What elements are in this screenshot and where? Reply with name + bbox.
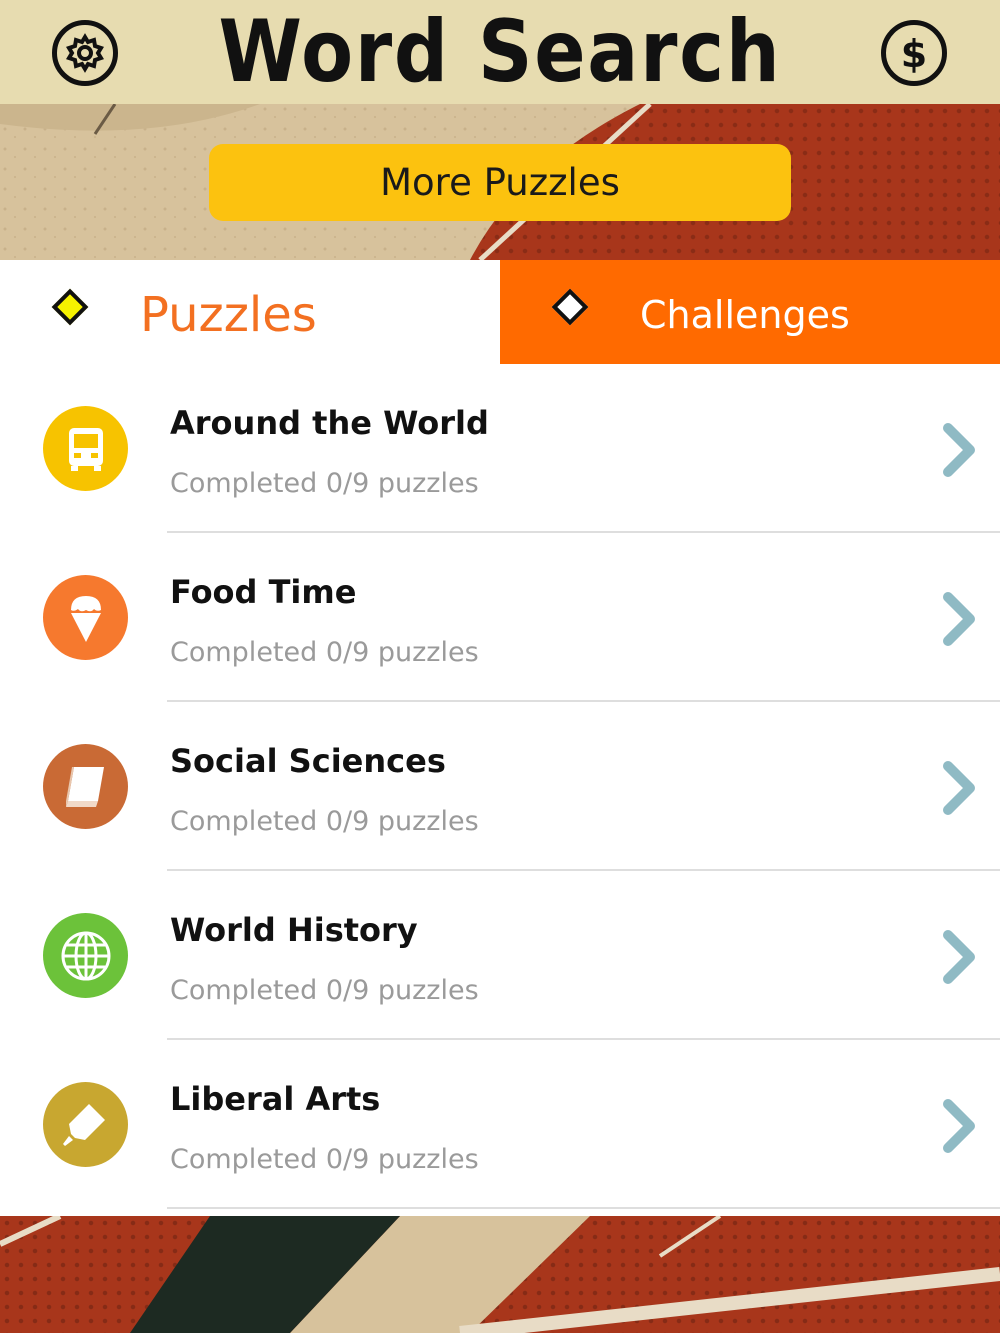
category-title: Liberal Arts xyxy=(170,1080,381,1118)
tab-bar: Puzzles Challenges xyxy=(0,260,1000,364)
category-title: Food Time xyxy=(170,573,357,611)
category-title: Around the World xyxy=(170,404,489,442)
header-bar: Word Search $ xyxy=(0,0,1000,104)
chevron-right-icon xyxy=(943,1099,975,1153)
tab-challenges[interactable]: Challenges xyxy=(500,260,1000,364)
store-button[interactable]: $ xyxy=(881,20,947,86)
diamond-icon xyxy=(51,288,89,326)
list-item[interactable]: Social Sciences Completed 0/9 puzzles xyxy=(0,702,1000,871)
category-progress: Completed 0/9 puzzles xyxy=(170,806,479,837)
footer-background xyxy=(0,1216,1000,1333)
more-puzzles-button[interactable]: More Puzzles xyxy=(209,144,791,221)
category-progress: Completed 0/9 puzzles xyxy=(170,637,479,668)
app-title: Word Search xyxy=(218,2,782,102)
category-title: Social Sciences xyxy=(170,742,446,780)
marker-icon xyxy=(43,1082,128,1167)
tab-puzzles[interactable]: Puzzles xyxy=(0,260,500,364)
category-progress: Completed 0/9 puzzles xyxy=(170,1144,479,1175)
ice-cream-icon xyxy=(43,575,128,660)
dollar-icon: $ xyxy=(901,32,927,75)
list-item[interactable]: Food Time Completed 0/9 puzzles xyxy=(0,533,1000,702)
category-progress: Completed 0/9 puzzles xyxy=(170,468,479,499)
category-list: Around the World Completed 0/9 puzzles F… xyxy=(0,364,1000,1216)
list-item[interactable]: World History Completed 0/9 puzzles xyxy=(0,871,1000,1040)
tab-puzzles-label: Puzzles xyxy=(140,287,317,343)
tab-challenges-label: Challenges xyxy=(640,293,850,337)
bus-icon xyxy=(43,406,128,491)
chevron-right-icon xyxy=(943,592,975,646)
chevron-right-icon xyxy=(943,761,975,815)
svg-text:$: $ xyxy=(901,32,927,75)
category-progress: Completed 0/9 puzzles xyxy=(170,975,479,1006)
diamond-icon xyxy=(551,288,589,326)
list-item[interactable]: Around the World Completed 0/9 puzzles xyxy=(0,364,1000,533)
book-icon xyxy=(43,744,128,829)
divider xyxy=(167,1207,1000,1209)
chevron-right-icon xyxy=(943,930,975,984)
globe-icon xyxy=(43,913,128,998)
list-item[interactable]: Liberal Arts Completed 0/9 puzzles xyxy=(0,1040,1000,1209)
chevron-right-icon xyxy=(943,423,975,477)
category-title: World History xyxy=(170,911,418,949)
